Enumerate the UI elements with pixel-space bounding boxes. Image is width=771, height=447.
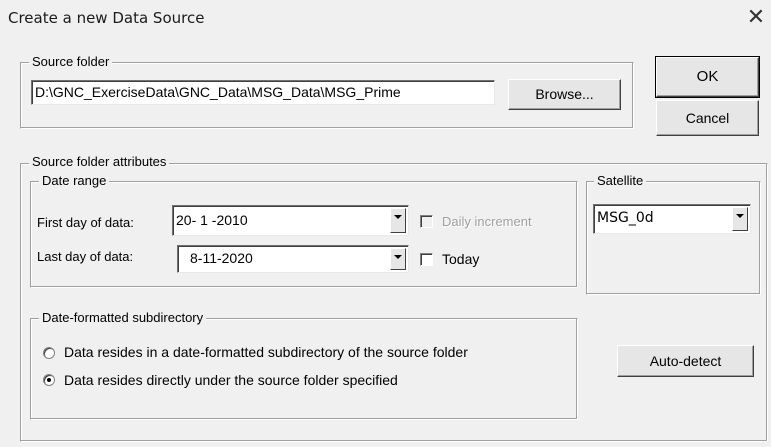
last-day-label: Last day of data: bbox=[37, 249, 134, 264]
source-folder-path-input[interactable]: D:\GNC_ExerciseData\GNC_Data\MSG_Data\MS… bbox=[31, 80, 495, 105]
daily-increment-label: Daily increment bbox=[442, 214, 532, 229]
first-day-label: First day of data: bbox=[37, 215, 134, 230]
auto-detect-button[interactable]: Auto-detect bbox=[617, 345, 754, 377]
first-day-combo[interactable]: 20- 1 -2010 bbox=[172, 205, 409, 236]
last-day-combo[interactable]: 8-11-2020 bbox=[177, 245, 409, 273]
close-icon[interactable]: ✕ bbox=[744, 4, 768, 32]
chevron-down-icon bbox=[394, 255, 402, 259]
radio-subdirectory-label: Data resides in a date-formatted subdire… bbox=[64, 344, 468, 360]
today-label: Today bbox=[442, 251, 480, 267]
satellite-group bbox=[586, 181, 761, 295]
satellite-legend: Satellite bbox=[594, 174, 647, 188]
radio-direct-label: Data resides directly under the source f… bbox=[64, 372, 398, 388]
first-day-dropdown-button[interactable] bbox=[390, 208, 406, 233]
window-title: Create a new Data Source bbox=[8, 9, 205, 27]
chevron-down-icon bbox=[394, 215, 402, 219]
daily-increment-checkbox[interactable] bbox=[420, 215, 433, 228]
radio-direct-option[interactable] bbox=[43, 374, 55, 386]
subdirectory-group bbox=[30, 318, 578, 420]
ok-button[interactable]: OK bbox=[655, 56, 760, 98]
satellite-dropdown-button[interactable] bbox=[732, 207, 748, 231]
chevron-down-icon bbox=[736, 214, 744, 218]
today-checkbox[interactable] bbox=[420, 253, 433, 266]
subdirectory-legend: Date-formatted subdirectory bbox=[39, 311, 207, 325]
last-day-value: 8-11-2020 bbox=[190, 250, 253, 266]
satellite-select[interactable]: MSG_0d bbox=[593, 204, 751, 234]
first-day-value: 20- 1 -2010 bbox=[176, 212, 248, 228]
date-range-legend: Date range bbox=[39, 174, 110, 188]
source-folder-legend: Source folder bbox=[29, 55, 113, 69]
source-folder-attributes-legend: Source folder attributes bbox=[29, 155, 170, 169]
last-day-dropdown-button[interactable] bbox=[390, 248, 406, 270]
radio-selected-dot bbox=[47, 378, 51, 382]
radio-subdirectory-option[interactable] bbox=[43, 347, 55, 359]
satellite-selected-value: MSG_0d bbox=[597, 210, 654, 226]
cancel-button[interactable]: Cancel bbox=[656, 100, 759, 136]
browse-button[interactable]: Browse... bbox=[508, 79, 621, 110]
